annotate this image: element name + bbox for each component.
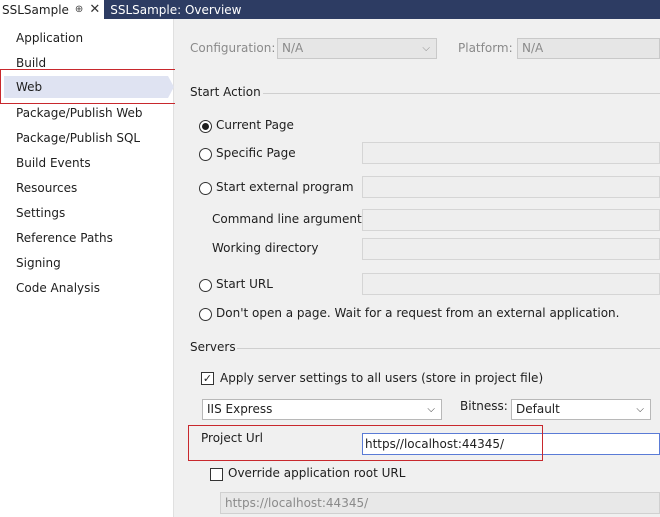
bitness-label: Bitness: <box>460 399 508 413</box>
platform-select[interactable]: N/A <box>517 38 660 59</box>
dont-open-label[interactable]: Don't open a page. Wait for a request fr… <box>216 306 619 320</box>
override-root-url-label[interactable]: Override application root URL <box>228 466 405 480</box>
tab-overview-label: SSLSample: Overview <box>110 2 242 17</box>
override-root-url-checkbox[interactable] <box>210 468 223 481</box>
chevron-down-icon: ⌵ <box>422 43 430 54</box>
bitness-value: Default <box>516 402 560 416</box>
chevron-down-icon: ⌵ <box>427 404 435 415</box>
apply-all-users-checkbox[interactable]: ✓ <box>201 372 214 385</box>
specific-page-radio[interactable] <box>199 148 212 161</box>
specific-page-label[interactable]: Specific Page <box>216 146 296 160</box>
configuration-select[interactable]: N/A ⌵ <box>277 38 437 59</box>
start-external-radio[interactable] <box>199 182 212 195</box>
specific-page-input[interactable] <box>362 142 660 164</box>
nav-item-build-events[interactable]: Build Events <box>16 153 91 173</box>
pin-icon[interactable]: ⊕ <box>75 4 83 15</box>
start-url-label[interactable]: Start URL <box>216 277 273 291</box>
servers-divider <box>237 348 660 349</box>
nav-item-resources[interactable]: Resources <box>16 178 77 198</box>
start-url-radio[interactable] <box>199 279 212 292</box>
nav-item-settings[interactable]: Settings <box>16 203 65 223</box>
configuration-label: Configuration: <box>190 41 276 55</box>
tab-sslsample-overview[interactable]: SSLSample: Overview <box>104 0 247 19</box>
nav-item-reference-paths[interactable]: Reference Paths <box>16 228 113 248</box>
platform-value: N/A <box>522 41 544 55</box>
close-icon[interactable]: ✕ <box>89 2 100 17</box>
command-line-args-label: Command line arguments <box>212 212 368 226</box>
tab-sslsample-label: SSLSample <box>2 2 69 17</box>
server-value: IIS Express <box>207 402 273 416</box>
tab-sslsample[interactable]: SSLSample ⊕ ✕ <box>0 0 105 19</box>
nav-item-code-analysis[interactable]: Code Analysis <box>16 278 100 298</box>
bitness-select[interactable]: Default ⌵ <box>511 399 651 420</box>
chevron-down-icon: ⌵ <box>636 404 644 415</box>
project-url-highlight-box <box>188 425 543 461</box>
command-line-args-input[interactable] <box>362 209 660 231</box>
server-select[interactable]: IIS Express ⌵ <box>202 399 442 420</box>
start-action-divider <box>263 93 660 94</box>
working-directory-label: Working directory <box>212 241 319 255</box>
start-external-label[interactable]: Start external program <box>216 180 354 194</box>
external-program-input[interactable] <box>362 176 660 198</box>
override-root-url-input[interactable]: https://localhost:44345/ <box>220 492 660 514</box>
apply-all-users-label[interactable]: Apply server settings to all users (stor… <box>220 371 543 385</box>
working-directory-input[interactable] <box>362 238 660 260</box>
servers-heading: Servers <box>190 340 236 354</box>
configuration-value: N/A <box>282 41 304 55</box>
dont-open-radio[interactable] <box>199 308 212 321</box>
nav-item-package-publish-sql[interactable]: Package/Publish SQL <box>16 128 140 148</box>
nav-item-package-publish-web[interactable]: Package/Publish Web <box>16 103 143 123</box>
start-url-input[interactable] <box>362 273 660 295</box>
document-tab-strip: SSLSample ⊕ ✕ SSLSample: Overview <box>0 0 660 19</box>
start-action-heading: Start Action <box>190 85 261 99</box>
web-highlight-box <box>0 69 181 104</box>
nav-item-application[interactable]: Application <box>16 28 83 48</box>
current-page-label[interactable]: Current Page <box>216 118 294 132</box>
current-page-radio[interactable] <box>199 120 212 133</box>
platform-label: Platform: <box>458 41 513 55</box>
nav-item-signing[interactable]: Signing <box>16 253 61 273</box>
override-root-url-value: https://localhost:44345/ <box>225 496 369 510</box>
